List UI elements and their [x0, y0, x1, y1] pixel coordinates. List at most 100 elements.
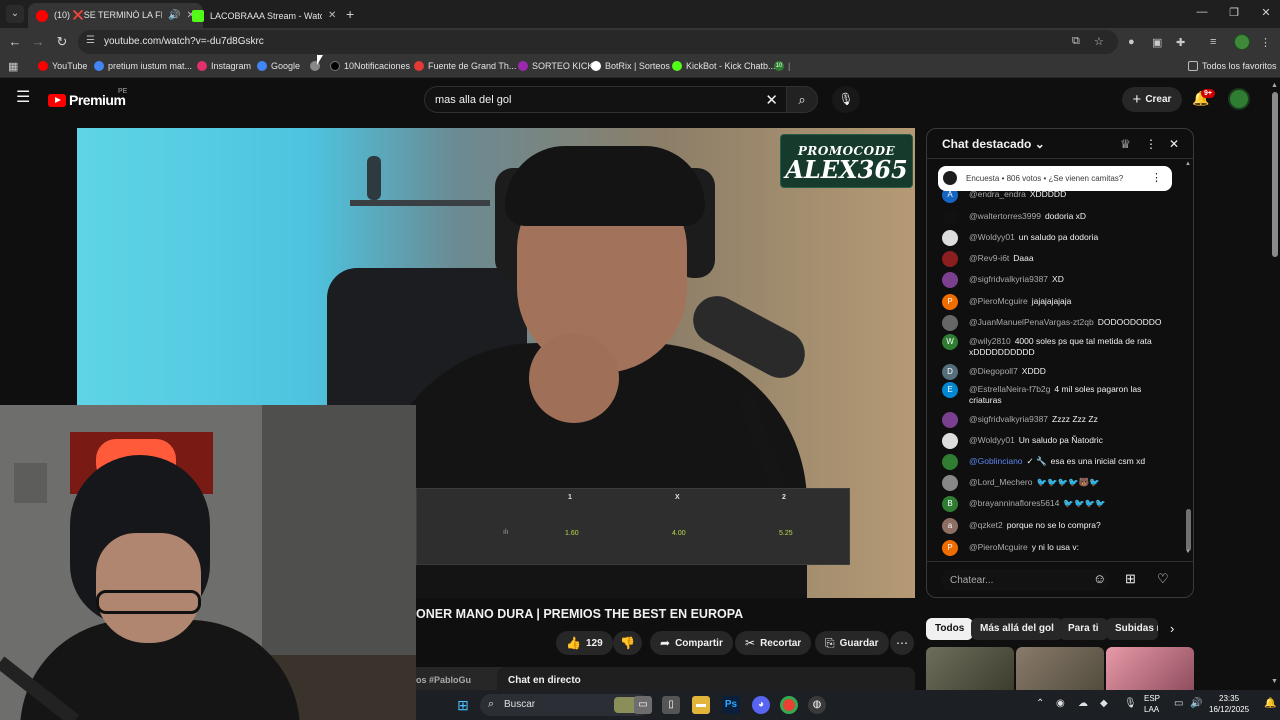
poll-banner[interactable]: Encuesta • 806 votos • ¿Se vienen camita…: [938, 166, 1172, 191]
more-actions-button[interactable]: ⋯: [890, 631, 914, 655]
chat-message[interactable]: W @wily2810 4000 soles ps que tal metida d…: [942, 334, 1167, 358]
chat-author-avatar[interactable]: [942, 251, 958, 267]
scroll-up-arrow-icon[interactable]: ▲: [1271, 82, 1278, 89]
microphone-icon[interactable]: 🎙: [1124, 698, 1137, 709]
search-button[interactable]: ⌕: [786, 86, 818, 113]
chat-message[interactable]: @Goblinciano ✓ 🔧 esa es una inicial csm xd: [942, 454, 1167, 470]
bookmark-botrix[interactable]: BotRix | Sorteos: [591, 61, 670, 71]
chat-author-avatar[interactable]: [942, 454, 958, 470]
chat-message[interactable]: a @qzket2 porque no se lo compra?: [942, 518, 1167, 534]
chat-scrollbar[interactable]: ▲ ▼: [1185, 161, 1191, 555]
restore-button[interactable]: ❐: [1224, 6, 1244, 19]
volume-icon[interactable]: 🔊: [1190, 698, 1202, 709]
chat-author-avatar[interactable]: D: [942, 364, 958, 380]
all-bookmarks-button[interactable]: Todos los favoritos: [1188, 61, 1277, 71]
chat-mode-dropdown[interactable]: Chat destacado ⌄: [942, 137, 1045, 151]
chat-author-name[interactable]: @qzket2: [969, 520, 1003, 530]
chat-author-avatar[interactable]: W: [942, 334, 958, 350]
search-input[interactable]: mas alla del gol ✕: [424, 86, 786, 113]
audio-icon[interactable]: 🔊: [168, 10, 180, 21]
like-button[interactable]: 👍 129: [556, 631, 613, 655]
chat-author-avatar[interactable]: [942, 475, 958, 491]
chrome-icon[interactable]: [780, 696, 798, 714]
app-icon[interactable]: ▯: [662, 696, 680, 714]
chat-message[interactable]: @Woldyy01 un saludo pa dodoria: [942, 230, 1167, 246]
app-icon[interactable]: ◍: [808, 696, 826, 714]
chip-para-ti[interactable]: Para ti: [1059, 618, 1108, 640]
apps-grid-icon[interactable]: ▦: [8, 60, 18, 73]
super-chat-icon[interactable]: ⊞: [1125, 571, 1136, 587]
new-tab-button[interactable]: +: [346, 6, 354, 22]
chat-author-name[interactable]: @JuanManuelPenaVargas-zt2qb: [969, 317, 1094, 327]
tray-app-icon[interactable]: ◉: [1056, 698, 1065, 709]
bookmark-star-icon[interactable]: ☆: [1094, 35, 1104, 48]
chat-author-avatar[interactable]: [942, 209, 958, 225]
chip-mas-alla-del-gol[interactable]: Más allá del gol: [971, 618, 1063, 640]
onedrive-icon[interactable]: ☁: [1078, 698, 1088, 709]
chat-author-avatar[interactable]: a: [942, 518, 958, 534]
back-button[interactable]: ←: [6, 33, 24, 51]
voice-search-button[interactable]: 🎙: [832, 86, 860, 113]
clock-date[interactable]: 16/12/2025: [1209, 705, 1249, 714]
more-vert-icon[interactable]: ⋮: [1151, 171, 1162, 184]
bookmark-google[interactable]: Google: [257, 61, 300, 71]
extension-icon[interactable]: ●: [1128, 36, 1135, 48]
chat-message[interactable]: D @Diegopoll7 XDDD: [942, 364, 1167, 380]
reload-button[interactable]: ↻: [53, 33, 71, 51]
chat-author-name[interactable]: @PieroMcguire: [969, 542, 1028, 552]
scroll-down-arrow-icon[interactable]: ▼: [1271, 678, 1278, 685]
create-button[interactable]: + Crear: [1122, 87, 1182, 112]
chat-message[interactable]: @sigfridvalkyria9387 XD: [942, 272, 1167, 288]
chat-message[interactable]: @sigfridvalkyria9387 Zzzz Zzz Zz: [942, 412, 1167, 428]
chat-author-avatar[interactable]: [942, 272, 958, 288]
profile-avatar[interactable]: [1234, 34, 1250, 50]
hamburger-menu-icon[interactable]: ☰: [16, 90, 32, 106]
photoshop-icon[interactable]: Ps: [722, 696, 740, 714]
bookmark-pretium[interactable]: pretium iustum mat...: [94, 61, 192, 71]
scroll-up-arrow-icon[interactable]: ▲: [1185, 161, 1191, 167]
emoji-icon[interactable]: ☺: [1093, 571, 1106, 586]
discord-icon[interactable]: ◕: [752, 696, 770, 714]
tab-search-button[interactable]: ⌄: [6, 5, 24, 23]
bookmark-10[interactable]: 10 |: [774, 61, 790, 71]
chat-author-name[interactable]: @Woldyy01: [969, 435, 1015, 445]
file-explorer-icon[interactable]: ▬: [692, 696, 710, 714]
chat-author-name[interactable]: @Goblinciano: [969, 456, 1023, 466]
chat-author-avatar[interactable]: P: [942, 540, 958, 556]
chat-author-avatar[interactable]: [942, 412, 958, 428]
close-window-button[interactable]: ✕: [1256, 6, 1276, 19]
network-icon[interactable]: ▭: [1174, 698, 1183, 709]
crown-icon[interactable]: ♕: [1120, 137, 1131, 151]
browser-tab-kick[interactable]: LACOBRAAA Stream - Watch Live ✕: [184, 3, 344, 28]
chat-message[interactable]: P @PieroMcguire y ni lo usa v:: [942, 540, 1167, 556]
close-tab-icon[interactable]: ✕: [328, 10, 336, 21]
minimize-button[interactable]: —: [1192, 6, 1212, 18]
task-view-icon[interactable]: ▭: [634, 696, 652, 714]
install-app-icon[interactable]: ⧉: [1072, 35, 1080, 48]
chat-author-name[interactable]: @sigfridvalkyria9387: [969, 414, 1048, 424]
chip-subidas[interactable]: Subidas re: [1106, 618, 1158, 640]
chat-author-name[interactable]: @Rev9-i6t: [969, 253, 1009, 263]
chat-author-name[interactable]: @brayanninaflores5614: [969, 498, 1059, 508]
windows-start-icon[interactable]: ⊞: [454, 696, 472, 714]
account-avatar[interactable]: [1228, 88, 1250, 110]
chat-message[interactable]: @JuanManuelPenaVargas-zt2qb DODOODODDO: [942, 315, 1167, 331]
forward-button[interactable]: →: [29, 33, 47, 51]
chat-author-name[interactable]: @Diegopoll7: [969, 366, 1018, 376]
bookmark-gta[interactable]: Fuente de Grand Th...: [414, 61, 516, 71]
clip-button[interactable]: ✂ Recortar: [735, 631, 812, 655]
page-scrollbar[interactable]: ▲ ▼: [1271, 82, 1278, 692]
heart-icon[interactable]: ♡: [1157, 571, 1169, 587]
scroll-down-arrow-icon[interactable]: ▼: [1185, 549, 1191, 555]
chat-author-avatar[interactable]: [942, 433, 958, 449]
chat-author-name[interactable]: @sigfridvalkyria9387: [969, 274, 1048, 284]
chip-todos[interactable]: Todos: [926, 618, 974, 640]
site-info-icon[interactable]: ☰: [86, 35, 98, 47]
browser-tab-youtube[interactable]: (10) ❌SE TERMINÓ LA FIESTA 🔊 ✕: [28, 3, 203, 28]
bookmark-sorteo-kick[interactable]: SORTEO KICK: [518, 61, 593, 71]
notifications-icon[interactable]: 🔔: [1264, 698, 1276, 709]
chat-author-name[interactable]: @PieroMcguire: [969, 296, 1028, 306]
extensions-puzzle-icon[interactable]: ✚: [1176, 36, 1185, 49]
close-chat-icon[interactable]: ✕: [1169, 137, 1179, 151]
keyboard-language[interactable]: ESP: [1144, 694, 1160, 703]
